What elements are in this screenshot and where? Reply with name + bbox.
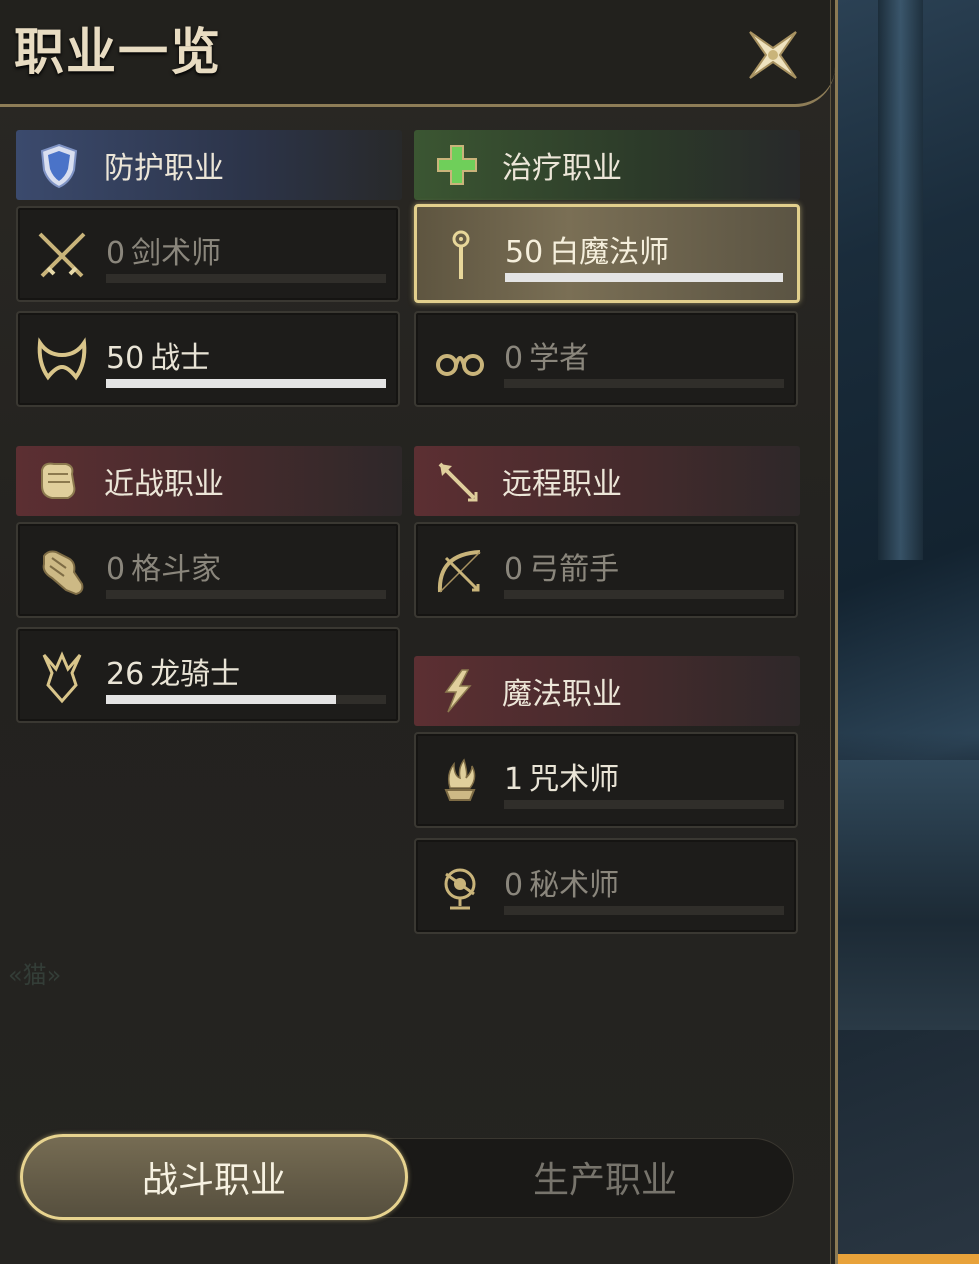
- category-label: 远程职业: [502, 467, 622, 502]
- arrow-icon: [438, 462, 478, 502]
- job-label: 50 白魔法师: [505, 235, 670, 270]
- job-label: 0 弓箭手: [504, 552, 620, 587]
- category-heal: 治疗职业: [414, 130, 800, 200]
- job-pugilist[interactable]: 0 格斗家: [16, 522, 400, 618]
- class-list-panel: «猫» 职业一览 防护职业 治疗职业 0 剑术师 50 战士 50 白魔法师 0…: [0, 0, 838, 1264]
- tab-crafting-jobs[interactable]: 生产职业: [420, 1138, 790, 1216]
- level-progress-bar: [504, 906, 784, 915]
- scene-rock: [838, 760, 979, 1030]
- staff-icon: [452, 230, 470, 279]
- category-label: 魔法职业: [502, 677, 622, 712]
- level-progress-bar: [504, 590, 784, 599]
- close-icon: [749, 31, 797, 79]
- category-defense: 防护职业: [16, 130, 402, 200]
- scene-bottom-bar: [838, 1254, 979, 1264]
- category-label: 防护职业: [104, 151, 224, 186]
- level-progress-bar: [106, 590, 386, 599]
- scene-pillar: [878, 0, 923, 560]
- job-gladiator[interactable]: 0 剑术师: [16, 206, 400, 302]
- scholar-swirl-icon: [436, 354, 484, 376]
- category-label: 近战职业: [104, 467, 224, 502]
- category-ranged: 远程职业: [414, 446, 800, 516]
- background-faded-text: «猫»: [8, 961, 62, 989]
- level-progress-bar: [106, 695, 386, 704]
- game-scene-background: [838, 0, 979, 1264]
- job-label: 1 咒术师: [504, 762, 620, 797]
- job-label: 0 学者: [504, 341, 590, 376]
- level-progress-bar: [505, 273, 783, 282]
- category-magic: 魔法职业: [414, 656, 800, 726]
- flame-brazier-icon: [444, 758, 476, 801]
- level-progress-bar: [504, 800, 784, 809]
- level-progress-bar: [106, 274, 386, 283]
- green-cross-icon: [437, 145, 477, 185]
- job-label: 0 格斗家: [106, 552, 222, 587]
- gauntlet-icon: [42, 550, 84, 596]
- page-title: 职业一览: [14, 22, 222, 81]
- job-label: 0 秘术师: [504, 868, 620, 903]
- job-arcanist[interactable]: 0 秘术师: [414, 838, 798, 934]
- warrior-horns-icon: [37, 337, 87, 381]
- bow-icon: [437, 550, 481, 593]
- panel-header: 职业一览: [0, 0, 835, 107]
- job-warrior[interactable]: 50 战士: [16, 311, 400, 407]
- category-melee: 近战职业: [16, 446, 402, 516]
- tab-combat-jobs[interactable]: 战斗职业: [20, 1134, 408, 1220]
- lightning-icon: [444, 669, 472, 713]
- job-scholar[interactable]: 0 学者: [414, 311, 798, 407]
- level-progress-bar: [504, 379, 784, 388]
- dragon-helm-icon: [42, 651, 82, 704]
- job-dragoon[interactable]: 26 龙骑士: [16, 627, 400, 723]
- crossed-swords-icon: [38, 232, 86, 278]
- job-white-mage[interactable]: 50 白魔法师: [414, 204, 800, 303]
- job-thaumaturge[interactable]: 1 咒术师: [414, 732, 798, 828]
- fist-icon: [41, 462, 76, 499]
- shield-icon: [40, 143, 78, 189]
- category-label: 治疗职业: [502, 151, 622, 186]
- job-type-tabs: 战斗职业 生产职业: [20, 1134, 796, 1220]
- job-label: 0 剑术师: [106, 236, 222, 271]
- astrolabe-icon: [444, 868, 476, 910]
- job-archer[interactable]: 0 弓箭手: [414, 522, 798, 618]
- job-label: 50 战士: [106, 341, 211, 376]
- level-progress-bar: [106, 379, 386, 388]
- close-button[interactable]: [742, 24, 804, 86]
- job-label: 26 龙骑士: [106, 657, 241, 692]
